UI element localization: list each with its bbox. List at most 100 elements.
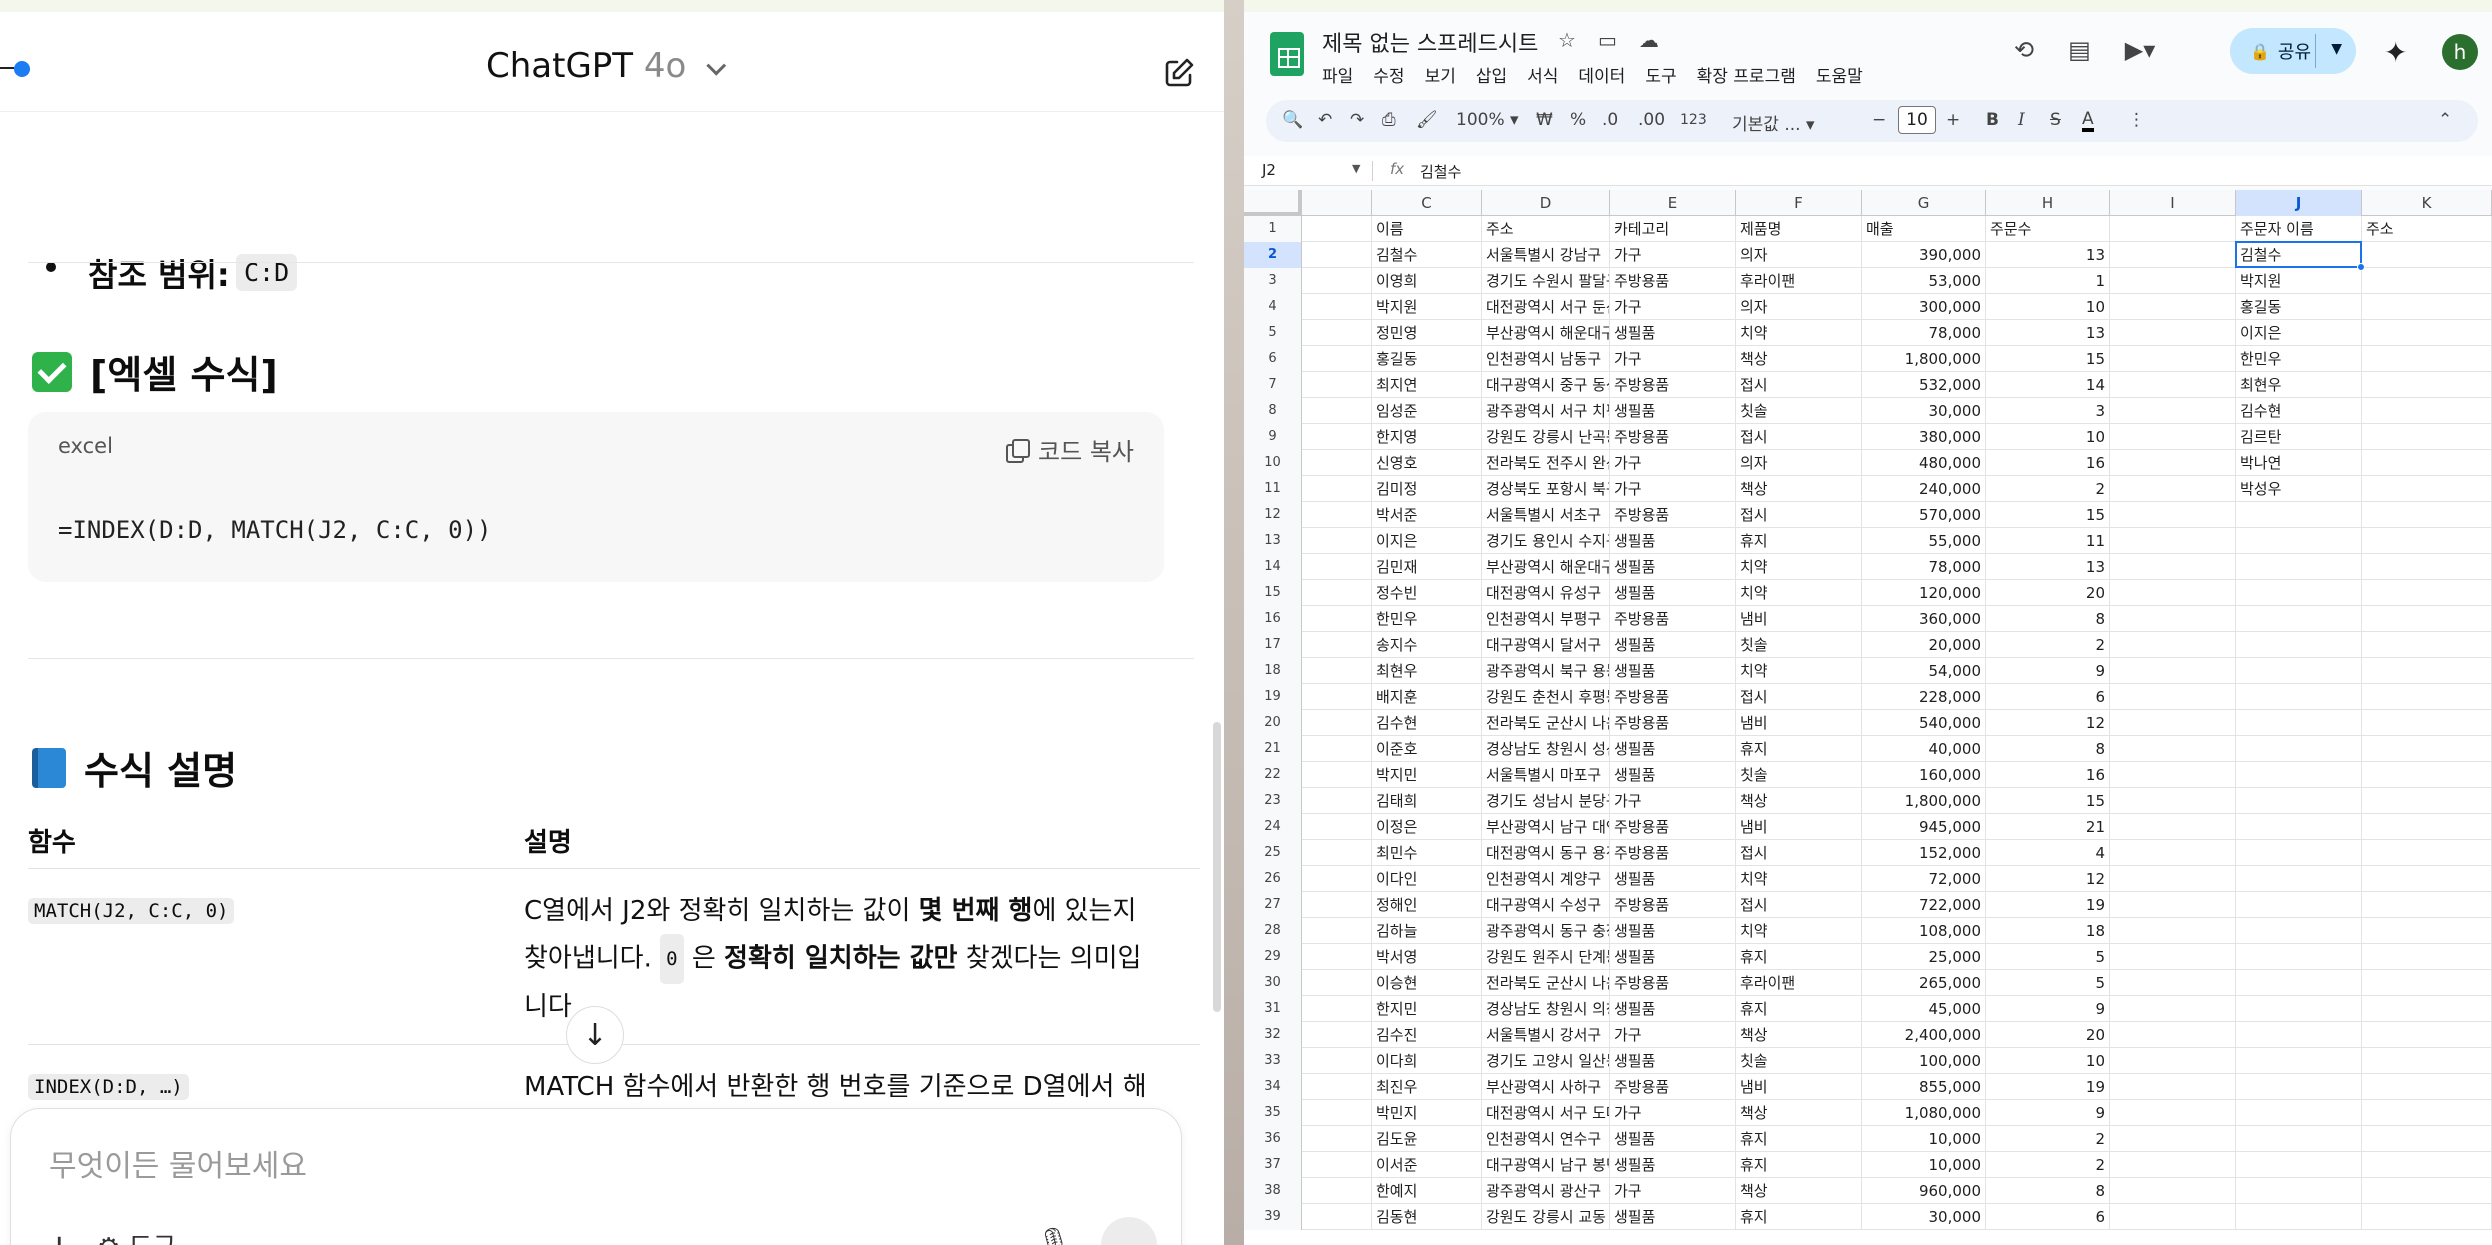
row-header[interactable]: 16 (1244, 606, 1302, 632)
cell-j31[interactable] (2236, 996, 2362, 1022)
row-header[interactable]: 23 (1244, 788, 1302, 814)
cell-i23[interactable] (2110, 788, 2236, 814)
cell[interactable] (1302, 450, 1372, 476)
cell-f7[interactable]: 접시 (1736, 372, 1862, 398)
cell-h28[interactable]: 18 (1986, 918, 2110, 944)
cell-k1[interactable]: 주소 (2362, 216, 2492, 242)
cell-g31[interactable]: 45,000 (1862, 996, 1986, 1022)
cell-d9[interactable]: 강원도 강릉시 난곡동 (1482, 424, 1610, 450)
cell-c26[interactable]: 이다인 (1372, 866, 1482, 892)
cell-g25[interactable]: 152,000 (1862, 840, 1986, 866)
cell-d10[interactable]: 전라북도 전주시 완산구 (1482, 450, 1610, 476)
cell-h31[interactable]: 9 (1986, 996, 2110, 1022)
cell-k10[interactable] (2362, 450, 2492, 476)
cell-j10[interactable]: 박나연 (2236, 450, 2362, 476)
cell-f30[interactable]: 후라이팬 (1736, 970, 1862, 996)
share-button[interactable]: 🔒 공유 ▼ (2230, 28, 2356, 74)
cell-k17[interactable] (2362, 632, 2492, 658)
cell-f20[interactable]: 냄비 (1736, 710, 1862, 736)
number-format[interactable]: 123 (1680, 112, 1707, 128)
cell-k35[interactable] (2362, 1100, 2492, 1126)
cell-i14[interactable] (2110, 554, 2236, 580)
row-header[interactable]: 32 (1244, 1022, 1302, 1048)
row-header[interactable]: 6 (1244, 346, 1302, 372)
cell-j3[interactable]: 박지원 (2236, 268, 2362, 294)
column-header-i[interactable]: I (2110, 190, 2236, 216)
cell-d4[interactable]: 대전광역시 서구 둔산동 (1482, 294, 1610, 320)
cell-k36[interactable] (2362, 1126, 2492, 1152)
column-header-e[interactable]: E (1610, 190, 1736, 216)
cell-h11[interactable]: 2 (1986, 476, 2110, 502)
cell-j23[interactable] (2236, 788, 2362, 814)
more-icon[interactable]: ⋮ (2128, 110, 2145, 130)
column-header-d[interactable]: D (1482, 190, 1610, 216)
cell-d21[interactable]: 경상남도 창원시 성산구 (1482, 736, 1610, 762)
cell-d7[interactable]: 대구광역시 중구 동성로 (1482, 372, 1610, 398)
cell-i28[interactable] (2110, 918, 2236, 944)
cell-i9[interactable] (2110, 424, 2236, 450)
cell[interactable] (1302, 346, 1372, 372)
cell-f26[interactable]: 치약 (1736, 866, 1862, 892)
cell-g8[interactable]: 30,000 (1862, 398, 1986, 424)
row-header[interactable]: 8 (1244, 398, 1302, 424)
cell-h19[interactable]: 6 (1986, 684, 2110, 710)
cell-h36[interactable]: 2 (1986, 1126, 2110, 1152)
cell-c5[interactable]: 정민영 (1372, 320, 1482, 346)
row-header[interactable]: 24 (1244, 814, 1302, 840)
cell-h21[interactable]: 8 (1986, 736, 2110, 762)
cell-i39[interactable] (2110, 1204, 2236, 1230)
cell-e29[interactable]: 생필품 (1610, 944, 1736, 970)
cell-e25[interactable]: 주방용품 (1610, 840, 1736, 866)
cell-e30[interactable]: 주방용품 (1610, 970, 1736, 996)
cell-j1[interactable]: 주문자 이름 (2236, 216, 2362, 242)
cell[interactable] (1302, 892, 1372, 918)
cell-j18[interactable] (2236, 658, 2362, 684)
cell-c24[interactable]: 이정은 (1372, 814, 1482, 840)
cell-k7[interactable] (2362, 372, 2492, 398)
cell-k6[interactable] (2362, 346, 2492, 372)
cell-j8[interactable]: 김수현 (2236, 398, 2362, 424)
cell-j13[interactable] (2236, 528, 2362, 554)
star-icon[interactable]: ☆ (1558, 28, 1576, 52)
cell[interactable] (1302, 320, 1372, 346)
cell-h1[interactable]: 주문수 (1986, 216, 2110, 242)
cell-c34[interactable]: 최진우 (1372, 1074, 1482, 1100)
cell-k2[interactable] (2362, 242, 2492, 268)
cell-j30[interactable] (2236, 970, 2362, 996)
row-header[interactable]: 15 (1244, 580, 1302, 606)
cell[interactable] (1302, 216, 1372, 242)
menu-item[interactable]: 보기 (1425, 62, 1456, 87)
cell-k18[interactable] (2362, 658, 2492, 684)
cell-g19[interactable]: 228,000 (1862, 684, 1986, 710)
cell-g22[interactable]: 160,000 (1862, 762, 1986, 788)
cell-e32[interactable]: 가구 (1610, 1022, 1736, 1048)
cell-g20[interactable]: 540,000 (1862, 710, 1986, 736)
cell-h8[interactable]: 3 (1986, 398, 2110, 424)
cell-k38[interactable] (2362, 1178, 2492, 1204)
cell-k33[interactable] (2362, 1048, 2492, 1074)
cell-f5[interactable]: 치약 (1736, 320, 1862, 346)
row-header[interactable]: 33 (1244, 1048, 1302, 1074)
cell-k30[interactable] (2362, 970, 2492, 996)
cell-j29[interactable] (2236, 944, 2362, 970)
cell-h15[interactable]: 20 (1986, 580, 2110, 606)
cell-i4[interactable] (2110, 294, 2236, 320)
cell-e12[interactable]: 주방용품 (1610, 502, 1736, 528)
row-header[interactable]: 13 (1244, 528, 1302, 554)
cell-h24[interactable]: 21 (1986, 814, 2110, 840)
cell-j11[interactable]: 박성우 (2236, 476, 2362, 502)
cell-e9[interactable]: 주방용품 (1610, 424, 1736, 450)
copy-code-button[interactable]: 코드 복사 (1006, 432, 1134, 467)
cell-i12[interactable] (2110, 502, 2236, 528)
cell-j19[interactable] (2236, 684, 2362, 710)
cell[interactable] (1302, 242, 1372, 268)
cell-i27[interactable] (2110, 892, 2236, 918)
cell-g34[interactable]: 855,000 (1862, 1074, 1986, 1100)
row-header[interactable]: 37 (1244, 1152, 1302, 1178)
cell-g3[interactable]: 53,000 (1862, 268, 1986, 294)
cell-k29[interactable] (2362, 944, 2492, 970)
cell-h37[interactable]: 2 (1986, 1152, 2110, 1178)
row-header[interactable]: 3 (1244, 268, 1302, 294)
cell-f36[interactable]: 휴지 (1736, 1126, 1862, 1152)
cell-c13[interactable]: 이지은 (1372, 528, 1482, 554)
